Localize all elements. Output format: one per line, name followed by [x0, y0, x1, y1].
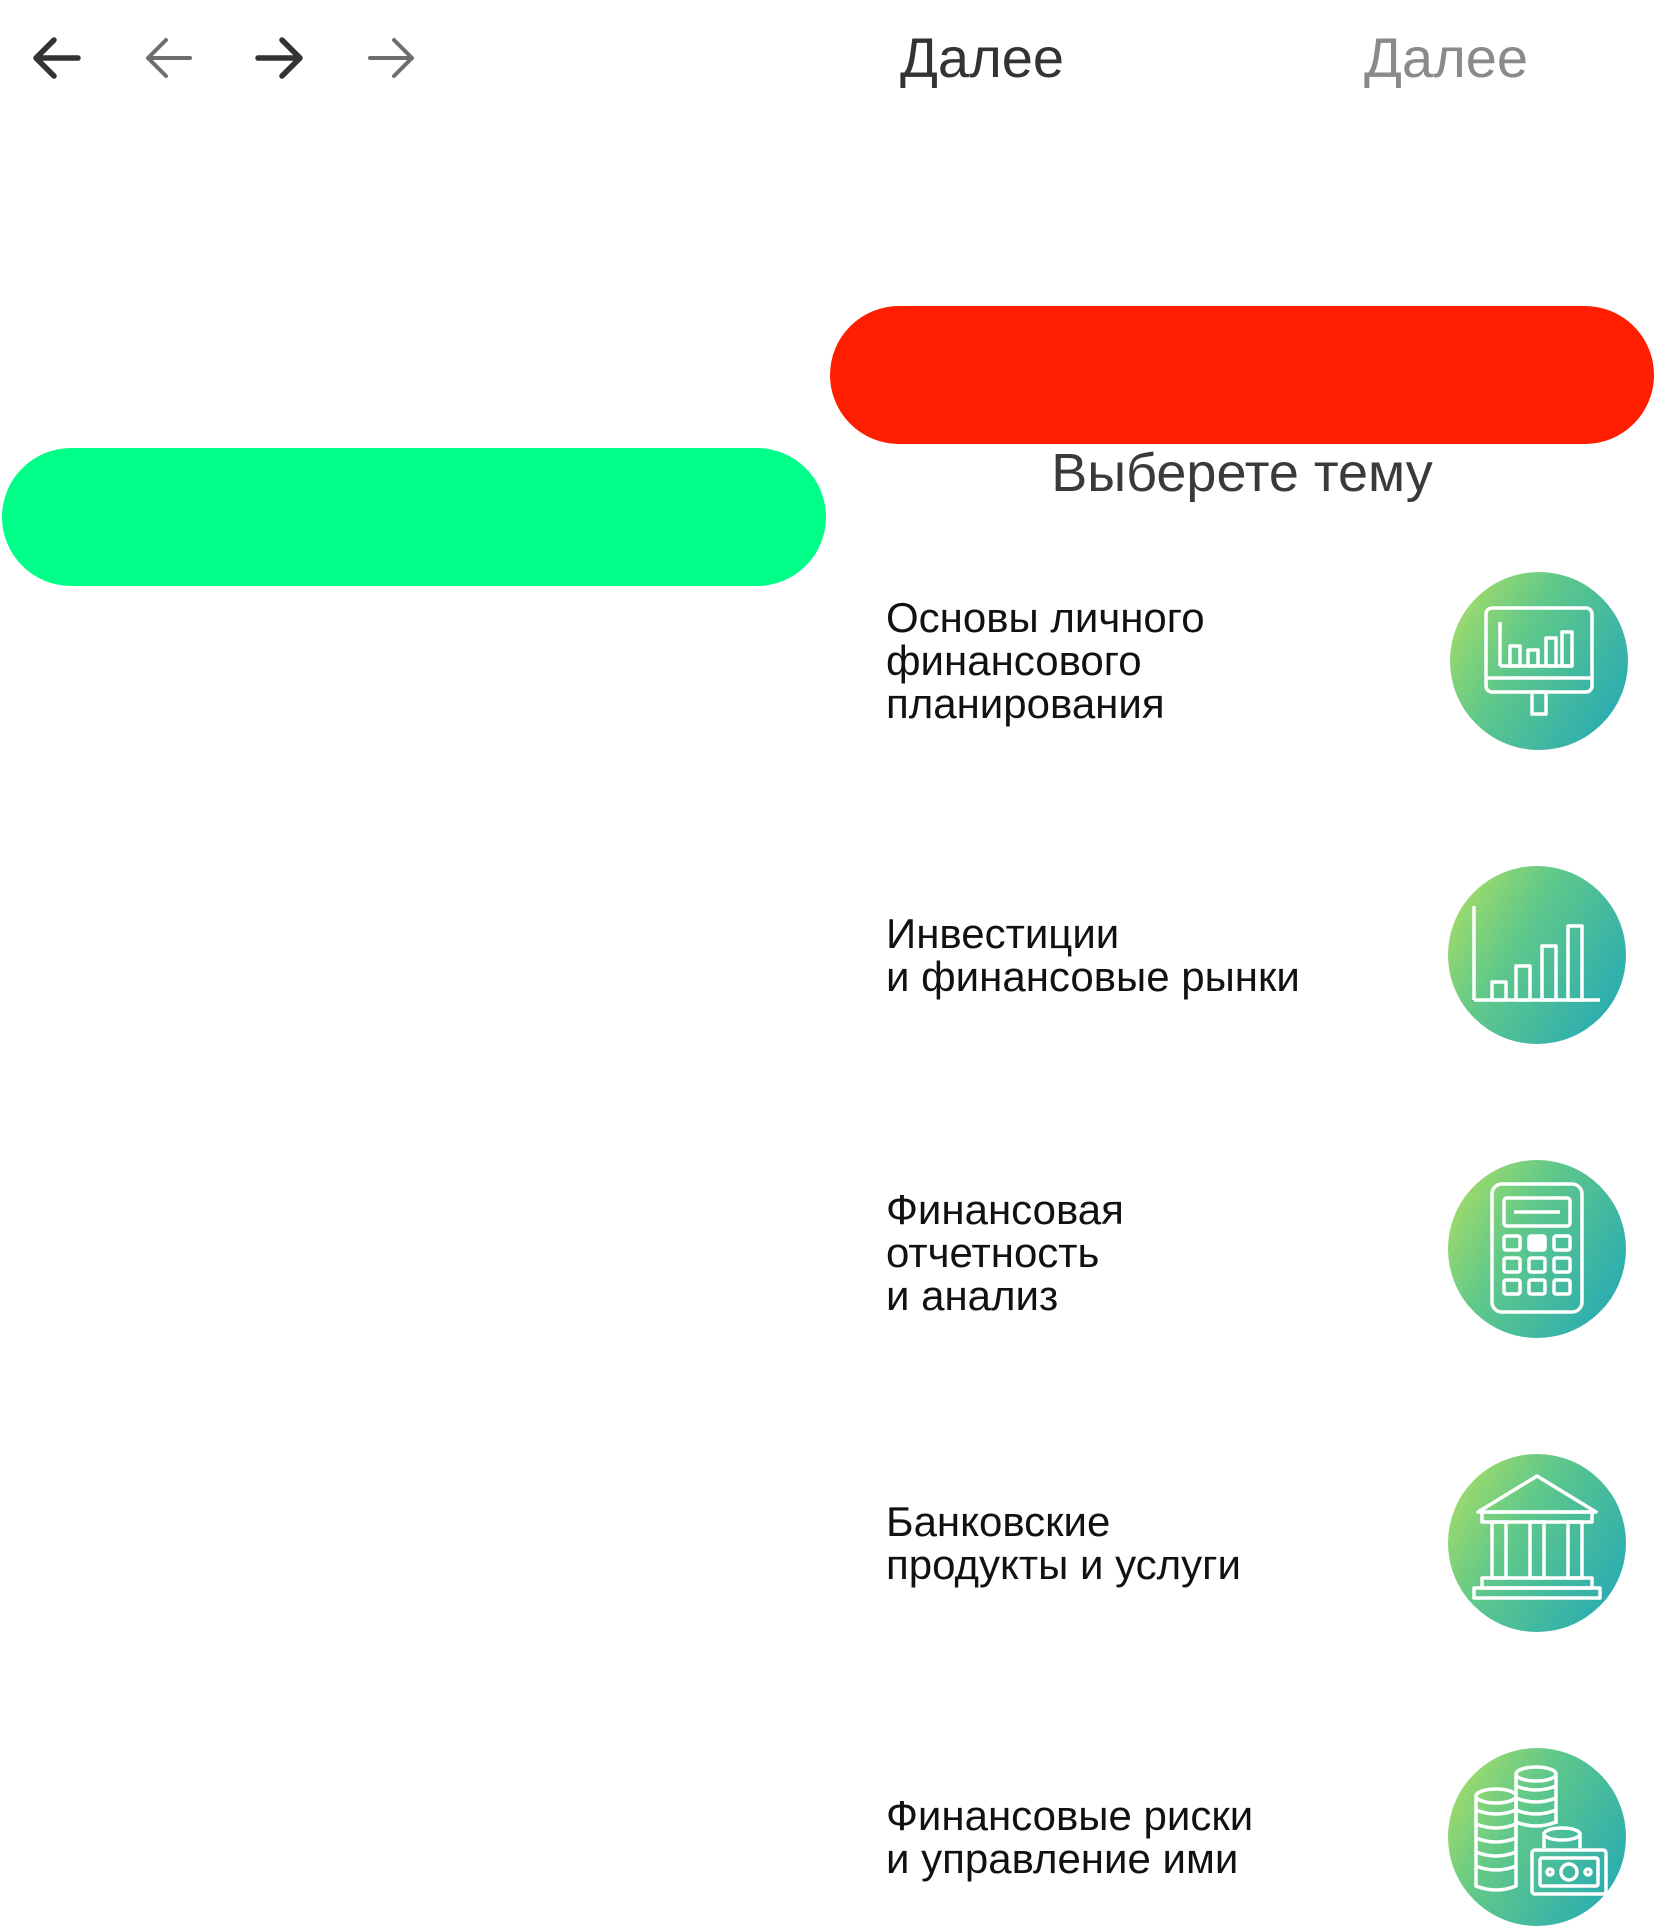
coins-money-icon: [1448, 1748, 1626, 1926]
topic-item-banking[interactable]: Банковские продукты и услуги: [880, 1454, 1640, 1634]
page-title: Выберете тему: [1051, 443, 1433, 503]
topic-label: Инвестиции и финансовые рынки: [886, 910, 1300, 1000]
bar-chart-icon: [1448, 866, 1626, 1044]
green-pill-button[interactable]: [2, 448, 826, 586]
arrow-right-light-icon[interactable]: [360, 26, 424, 90]
red-pill-button[interactable]: [830, 306, 1654, 444]
arrow-right-icon[interactable]: [248, 26, 312, 90]
arrow-left-icon[interactable]: [24, 26, 88, 90]
topic-item-risks[interactable]: Финансовые риски и управление ими: [880, 1748, 1640, 1928]
topic-item-financial-reporting[interactable]: Финансовая отчетность и анализ: [880, 1160, 1640, 1340]
bank-icon: [1448, 1454, 1626, 1632]
topic-label: Банковские продукты и услуги: [886, 1498, 1241, 1588]
topic-label: Финансовые риски и управление ими: [886, 1792, 1254, 1882]
monitor-chart-icon: [1450, 572, 1628, 750]
next-button[interactable]: Далее: [900, 22, 1064, 94]
topic-item-investments[interactable]: Инвестиции и финансовые рынки: [880, 866, 1640, 1046]
calculator-icon: [1448, 1160, 1626, 1338]
topic-label: Основы личного финансового планирования: [886, 594, 1205, 727]
next-button-disabled[interactable]: Далее: [1364, 22, 1528, 94]
topic-item-personal-finance[interactable]: Основы личного финансового планирования: [880, 572, 1640, 752]
topic-label: Финансовая отчетность и анализ: [886, 1186, 1124, 1319]
arrow-left-light-icon[interactable]: [136, 26, 200, 90]
